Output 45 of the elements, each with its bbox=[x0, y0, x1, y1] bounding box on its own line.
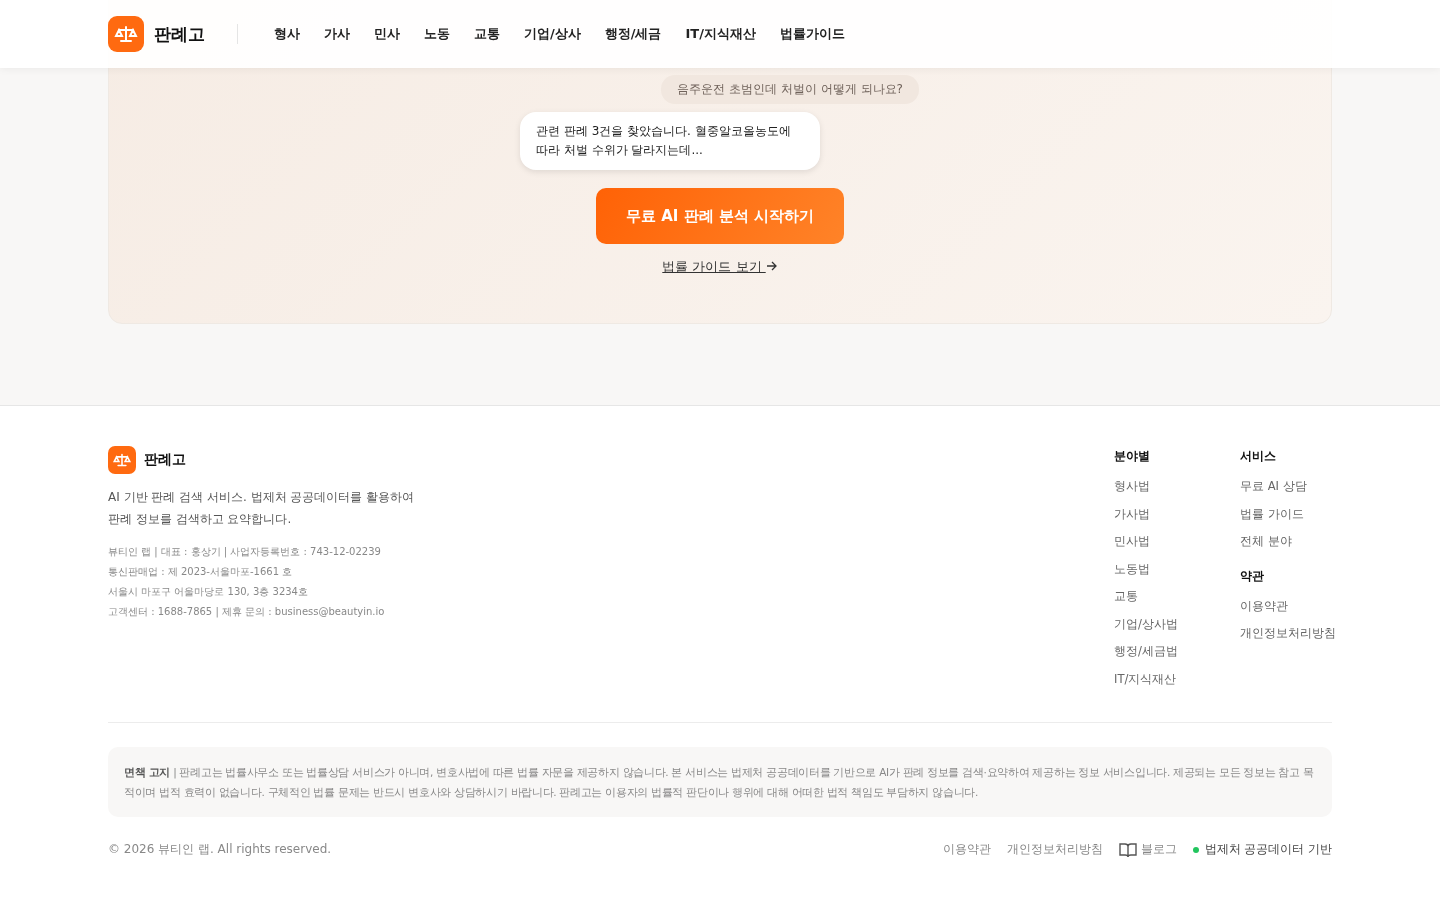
column-title: 분야별 bbox=[1114, 448, 1151, 465]
book-icon bbox=[1118, 841, 1137, 858]
nav-link[interactable]: 가사 bbox=[324, 25, 350, 43]
footer-link[interactable]: 개인정보처리방침 bbox=[1240, 620, 1332, 648]
arrow-right-icon bbox=[765, 261, 778, 271]
company-info-text: 뷰티인 랩 | 대표 : 홍상기 | 사업자등록번호 : 743-12-02239 bbox=[108, 545, 382, 559]
copyright-text: © 2026 뷰티인 랩. All rights reserved. bbox=[108, 841, 332, 858]
nav-link[interactable]: 노동 bbox=[424, 25, 450, 43]
nav-link[interactable]: IT/지식재산 bbox=[685, 25, 756, 43]
column-title: 서비스 bbox=[1240, 448, 1277, 465]
footer-link[interactable]: 노동법 bbox=[1114, 555, 1204, 583]
footer-link[interactable]: 민사법 bbox=[1114, 528, 1204, 556]
footer-link[interactable]: 기업/상사법 bbox=[1114, 610, 1204, 638]
footer-link[interactable]: 이용약관 bbox=[942, 842, 991, 857]
footer-link[interactable]: 이용약관 bbox=[1240, 592, 1332, 620]
column-title: 약관 bbox=[1240, 567, 1265, 585]
nav-link[interactable]: 교통 bbox=[474, 25, 500, 43]
footer-link[interactable]: IT/지식재산 bbox=[1114, 665, 1204, 693]
footer-link[interactable]: 행정/세금법 bbox=[1114, 638, 1204, 666]
nav-link[interactable]: 기업/상사 bbox=[524, 25, 581, 43]
footer-link[interactable]: 법률 가이드 bbox=[1240, 500, 1332, 528]
disclaimer-text: 면책 고지 | 판례고는 법률사무소 또는 법률상담 서비스가 아니며, 변호사법에 따른 법률 자문을 제공하지 않습니다. 본 서비스는 법제처 공공데이터를 기반으로 AI가 판례 정보를 검색·요약하여 제공하는 정보 서비스입니다. 제공되는 모든 정보는 참고 목적이며 법적 효력이 없습니다. 구체적인 법률 문제는 반드시 변호사와 상담하시기 바랍니다. 판례고는 이용자의 법률적 판단이나 행위에 대해 어떠한 법적 책임도 부담하지 않습니다. bbox=[108, 747, 1332, 817]
scale-logo-icon[interactable] bbox=[108, 446, 136, 474]
user-message-bubble: 음주운전 초범인데 처벌이 어떻게 되나요? bbox=[661, 75, 919, 104]
company-info-text: 고객센터 : 1688-7865 | 제휴 문의 : business@beautyin.io bbox=[108, 605, 386, 619]
footer-link[interactable]: 무료 AI 상담 bbox=[1240, 473, 1332, 501]
scale-logo-icon[interactable] bbox=[108, 16, 144, 52]
footer-link[interactable]: 교통 bbox=[1114, 583, 1204, 611]
nav-link[interactable]: 민사 bbox=[374, 25, 400, 43]
footer-link[interactable]: 전체 분야 bbox=[1240, 528, 1332, 556]
footer-link[interactable]: 형사법 bbox=[1114, 473, 1204, 501]
blog-link[interactable]: 블로그 bbox=[1140, 842, 1177, 857]
ai-message-bubble: 관련 판례 3건을 찾았습니다. 혈중알코올농도에 따라 처벌 수위가 달라지는데... bbox=[520, 112, 820, 170]
footer-link[interactable]: 개인정보처리방침 bbox=[1006, 842, 1103, 857]
company-info-text: 서울시 마포구 어울마당로 130, 3층 3234호 bbox=[108, 585, 309, 599]
nav-link[interactable]: 형사 bbox=[274, 25, 300, 43]
nav-link[interactable]: 법률가이드 bbox=[779, 25, 845, 43]
guide-link[interactable]: 법률 가이드 보기 bbox=[662, 258, 778, 276]
nav-link[interactable]: 행정/세금 bbox=[604, 25, 662, 43]
status-text: 법제처 공공데이터 기반 bbox=[1204, 842, 1332, 857]
site-description: AI 기반 판례 검색 서비스. 법제처 공공데이터를 활용하여 판례 정보를 검색하고 요약합니다. bbox=[108, 489, 416, 528]
brand-name[interactable]: 판례고 bbox=[154, 22, 205, 46]
brand-name: 판례고 bbox=[144, 451, 186, 469]
company-info-text: 통신판매업 : 제 2023-서울마포-1661 호 bbox=[108, 565, 294, 579]
footer-link[interactable]: 가사법 bbox=[1114, 500, 1204, 528]
